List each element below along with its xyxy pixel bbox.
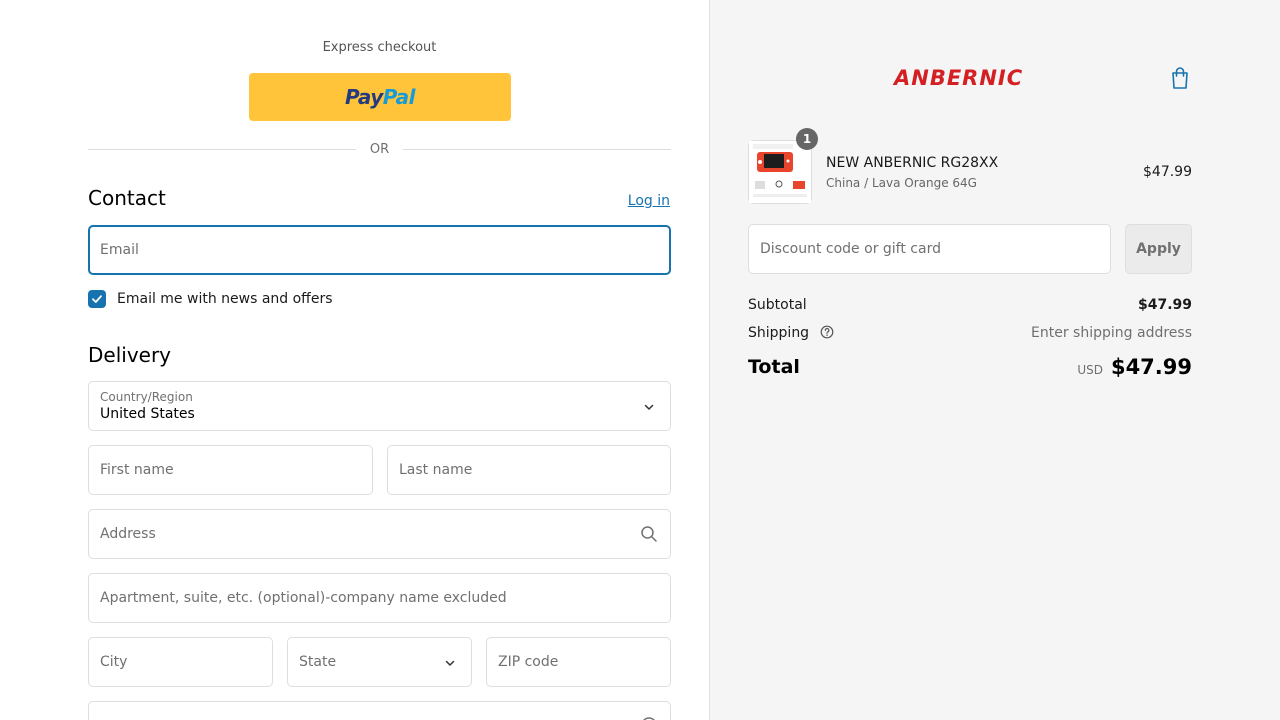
quantity-badge: 1 <box>796 128 818 150</box>
divider-line <box>403 148 672 150</box>
paypal-logo: PayPal <box>344 85 416 109</box>
divider-line <box>88 148 356 150</box>
newsletter-option[interactable]: Email me with news and offers <box>88 290 333 308</box>
subtotal-label: Subtotal <box>748 297 807 313</box>
country-label: Country/Region <box>100 390 193 404</box>
total-value-group: USD $47.99 <box>1077 355 1192 379</box>
search-icon <box>641 526 657 542</box>
apply-button[interactable]: Apply <box>1125 224 1192 274</box>
address-placeholder: Address <box>100 526 156 542</box>
country-select[interactable]: Country/Region United States <box>88 381 671 431</box>
discount-code-field[interactable]: Discount code or gift card <box>748 224 1111 274</box>
email-field[interactable]: Email <box>88 225 671 275</box>
discount-placeholder: Discount code or gift card <box>760 241 941 257</box>
country-value: United States <box>100 406 195 422</box>
shipping-value: Enter shipping address <box>1031 325 1192 341</box>
contact-heading: Contact <box>88 186 166 210</box>
apartment-field[interactable]: Apartment, suite, etc. (optional)-compan… <box>88 573 671 623</box>
last-name-placeholder: Last name <box>399 462 473 478</box>
state-select[interactable]: State <box>287 637 472 687</box>
phone-field[interactable] <box>88 701 671 720</box>
shipping-label-group: Shipping <box>748 325 834 341</box>
state-placeholder: State <box>299 654 337 670</box>
city-field[interactable]: City <box>88 637 273 687</box>
paypal-logo-pal: Pal <box>382 85 416 109</box>
email-placeholder: Email <box>100 242 139 258</box>
express-checkout-label: Express checkout <box>322 40 437 55</box>
zip-field[interactable]: ZIP code <box>486 637 671 687</box>
delivery-heading: Delivery <box>88 343 172 367</box>
total-currency: USD <box>1077 363 1103 377</box>
help-circle-icon <box>643 717 655 720</box>
total-amount: $47.99 <box>1110 355 1192 379</box>
first-name-field[interactable]: First name <box>88 445 373 495</box>
brand-logo[interactable]: ANBERNIC <box>894 66 1023 90</box>
chevron-down-icon <box>445 660 455 666</box>
city-placeholder: City <box>100 654 128 670</box>
paypal-button[interactable]: PayPal <box>249 73 511 121</box>
zip-placeholder: ZIP code <box>498 654 559 670</box>
paypal-logo-pay: Pay <box>344 85 383 109</box>
help-circle-icon[interactable] <box>820 325 834 339</box>
subtotal-value: $47.99 <box>1137 297 1192 313</box>
last-name-field[interactable]: Last name <box>387 445 671 495</box>
chevron-down-icon <box>644 404 654 410</box>
check-icon <box>92 295 102 303</box>
subtotal-row: Subtotal $47.99 <box>748 297 1192 313</box>
shipping-label: Shipping <box>748 325 810 341</box>
product-image <box>749 141 811 203</box>
shopping-bag-icon[interactable] <box>1170 66 1190 90</box>
login-link[interactable]: Log in <box>628 193 670 209</box>
total-row: Total USD $47.99 <box>748 355 1192 379</box>
total-label: Total <box>748 356 800 378</box>
checkout-form-panel: Express checkout PayPal OR Contact Log i… <box>0 0 710 720</box>
or-divider: OR <box>88 140 672 158</box>
newsletter-checkbox[interactable] <box>88 290 106 308</box>
or-text: OR <box>369 141 390 157</box>
newsletter-label: Email me with news and offers <box>117 291 333 307</box>
apartment-placeholder: Apartment, suite, etc. (optional)-compan… <box>100 590 507 606</box>
product-variant: China / Lava Orange 64G <box>826 176 977 190</box>
product-thumbnail <box>748 140 812 204</box>
product-name: NEW ANBERNIC RG28XX <box>826 155 999 171</box>
first-name-placeholder: First name <box>100 462 174 478</box>
product-price: $47.99 <box>1143 164 1192 180</box>
address-field[interactable]: Address <box>88 509 671 559</box>
shipping-row: Shipping Enter shipping address <box>748 325 1192 341</box>
